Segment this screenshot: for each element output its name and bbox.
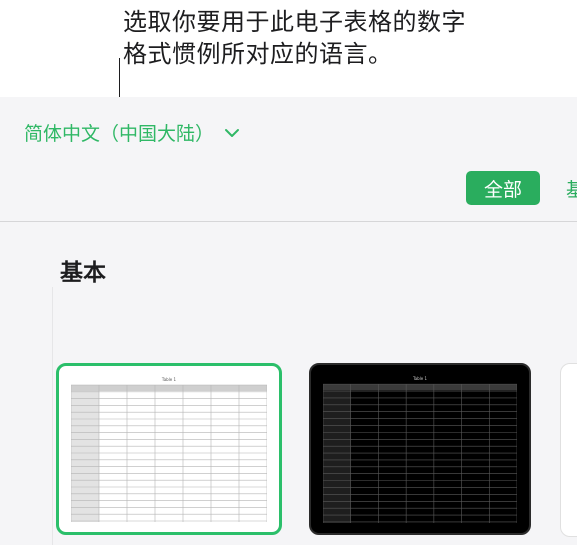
template-thumbnail-blank[interactable]: Table 1 <box>56 363 282 535</box>
tab-all[interactable]: 全部 <box>466 171 540 205</box>
blank-table-preview: Table 1 <box>71 377 267 522</box>
header-divider <box>0 221 577 222</box>
tab-basic[interactable]: 基 <box>566 171 577 205</box>
section-title: 基本 <box>60 260 106 286</box>
table-title: Table 1 <box>161 377 177 382</box>
annotation-line-1: 选取你要用于此电子表格的数字 <box>123 8 466 36</box>
template-thumbnail-partial[interactable] <box>560 363 577 537</box>
language-selector-label: 简体中文（中国大陆） <box>24 123 215 145</box>
template-thumbnail-dark[interactable]: Table 1 <box>309 363 531 535</box>
table-title: Table 1 <box>412 376 427 381</box>
chevron-down-icon <box>225 128 240 137</box>
annotation-line-2: 格式惯例所对应的语言。 <box>123 40 393 68</box>
language-selector[interactable]: 简体中文（中国大陆） <box>24 119 240 146</box>
dark-table-preview: Table 1 <box>323 376 517 523</box>
content-guide-line <box>52 287 53 545</box>
template-chooser-panel: 简体中文（中国大陆） 全部 基 基本 Table 1 Table 1 <box>0 97 577 545</box>
annotation-callout: 选取你要用于此电子表格的数字 格式惯例所对应的语言。 <box>123 6 466 70</box>
